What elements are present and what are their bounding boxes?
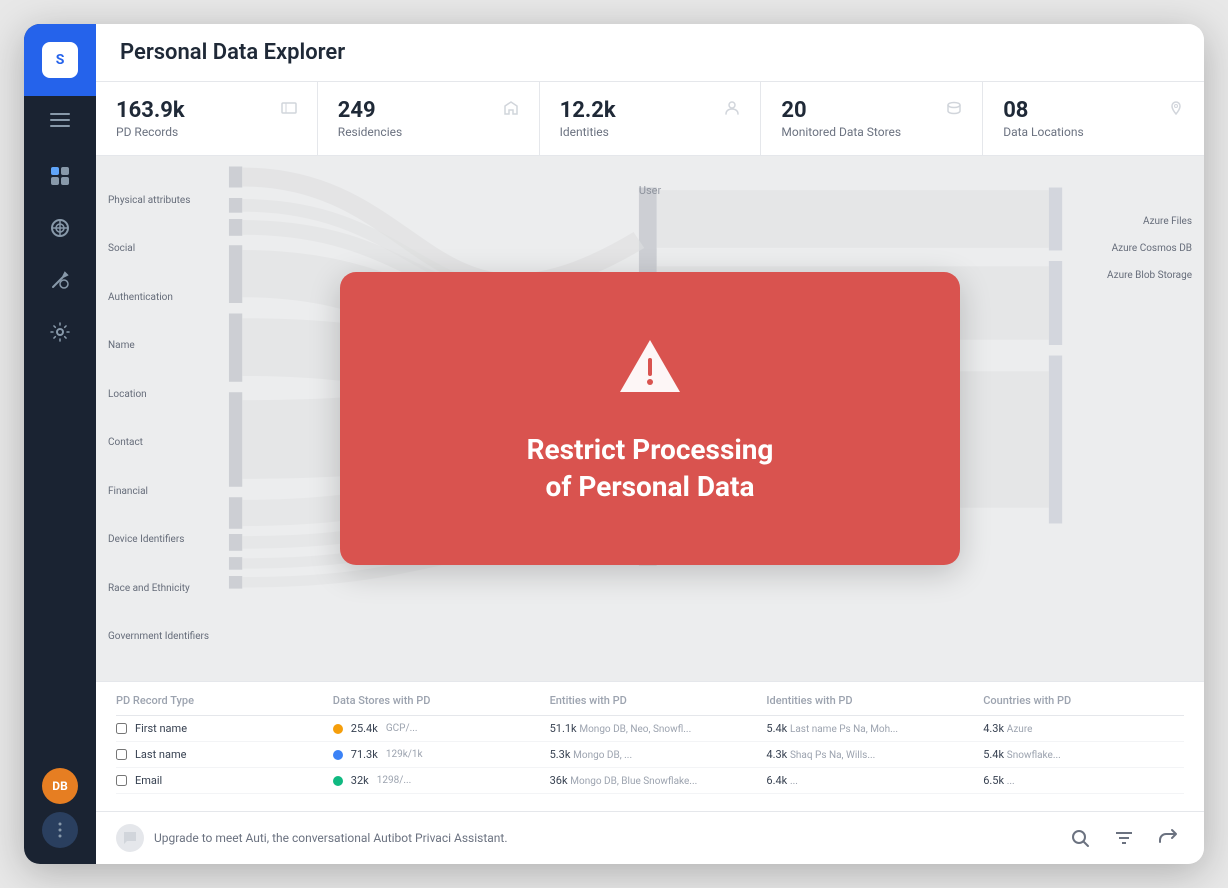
bottom-bar: Upgrade to meet Auti, the conversational… <box>96 811 1204 864</box>
row-1-data-stores: 71.3k 129k/1k <box>333 748 534 761</box>
row-1-checkbox[interactable] <box>116 749 127 760</box>
sidebar-bottom: DB <box>42 768 78 864</box>
sidebar-logo[interactable]: S <box>24 24 96 96</box>
modal-title: Restrict Processingof Personal Data <box>527 432 774 505</box>
col-header-identities: Identities with PD <box>766 694 967 707</box>
sidebar-item-dashboard[interactable] <box>36 152 84 200</box>
bottom-bar-actions <box>1064 822 1184 854</box>
row-2-entities: 36k Mongo DB, Blue Snowflake... <box>550 774 751 787</box>
col-header-countries: Countries with PD <box>983 694 1184 707</box>
data-locations-icon <box>1168 100 1184 121</box>
share-button[interactable] <box>1152 822 1184 854</box>
stats-bar: 163.9k PD Records 249 Residencies <box>96 82 1204 156</box>
col-header-type: PD Record Type <box>116 694 317 707</box>
data-locations-value: 08 <box>1003 98 1083 123</box>
pd-records-icon <box>281 100 297 121</box>
warning-triangle-icon <box>614 332 686 404</box>
monitored-label: Monitored Data Stores <box>781 125 901 139</box>
table-row[interactable]: First name 25.4k GCP/... 51.1k Mongo DB,… <box>116 716 1184 742</box>
sankey-chart: Physical attributes Social Authenticatio… <box>96 156 1204 681</box>
row-2-data-stores: 32k 1298/... <box>333 774 534 787</box>
data-locations-label: Data Locations <box>1003 125 1083 139</box>
menu-toggle-button[interactable] <box>24 96 96 144</box>
identities-icon <box>724 100 740 121</box>
stat-residencies[interactable]: 249 Residencies <box>318 82 540 155</box>
residencies-label: Residencies <box>338 125 402 139</box>
more-options-button[interactable] <box>42 812 78 848</box>
row-0-data-stores: 25.4k GCP/... <box>333 722 534 735</box>
row-0-entities: 51.1k Mongo DB, Neo, Snowfl... <box>550 722 751 735</box>
row-2-identities: 6.4k ... <box>766 774 967 787</box>
stat-data-locations[interactable]: 08 Data Locations <box>983 82 1204 155</box>
table-row[interactable]: Last name 71.3k 129k/1k 5.3k Mongo DB, .… <box>116 742 1184 768</box>
table-header: PD Record Type Data Stores with PD Entit… <box>116 694 1184 716</box>
bottom-bar-text: Upgrade to meet Auti, the conversational… <box>154 831 508 845</box>
residencies-value: 249 <box>338 98 402 123</box>
stat-pd-records[interactable]: 163.9k PD Records <box>96 82 318 155</box>
monitored-icon <box>946 100 962 121</box>
identities-label: Identities <box>560 125 616 139</box>
page-title: Personal Data Explorer <box>120 40 1180 65</box>
row-0-type: First name <box>116 722 317 735</box>
bottom-bar-chat: Upgrade to meet Auti, the conversational… <box>116 824 508 852</box>
ds-dot-1 <box>333 750 343 760</box>
modal-overlay: Restrict Processingof Personal Data <box>96 156 1204 681</box>
main-content: Personal Data Explorer 163.9k PD Records <box>96 24 1204 864</box>
monitored-value: 20 <box>781 98 901 123</box>
pd-records-value: 163.9k <box>116 98 185 123</box>
chat-bubble-icon <box>116 824 144 852</box>
ds-dot-2 <box>333 776 343 786</box>
row-0-countries: 4.3k Azure <box>983 722 1184 735</box>
sidebar-item-settings[interactable] <box>36 308 84 356</box>
logo-text: S <box>42 42 78 78</box>
search-button[interactable] <box>1064 822 1096 854</box>
row-2-type: Email <box>116 774 317 787</box>
row-1-type: Last name <box>116 748 317 761</box>
table-row[interactable]: Email 32k 1298/... 36k Mongo DB, Blue Sn… <box>116 768 1184 794</box>
filter-button[interactable] <box>1108 822 1140 854</box>
col-header-entities: Entities with PD <box>550 694 751 707</box>
row-2-checkbox[interactable] <box>116 775 127 786</box>
stat-monitored-data-stores[interactable]: 20 Monitored Data Stores <box>761 82 983 155</box>
residencies-icon <box>503 100 519 121</box>
row-0-checkbox[interactable] <box>116 723 127 734</box>
row-1-countries: 5.4k Snowflake... <box>983 748 1184 761</box>
data-table: PD Record Type Data Stores with PD Entit… <box>96 681 1204 811</box>
sidebar-item-data-map[interactable] <box>36 204 84 252</box>
sidebar: S <box>24 24 96 864</box>
page-header: Personal Data Explorer <box>96 24 1204 82</box>
row-0-identities: 5.4k Last name Ps Na, Moh... <box>766 722 967 735</box>
ds-dot-0 <box>333 724 343 734</box>
pd-records-label: PD Records <box>116 125 185 139</box>
restrict-processing-modal[interactable]: Restrict Processingof Personal Data <box>340 272 960 565</box>
row-2-countries: 6.5k ... <box>983 774 1184 787</box>
user-avatar[interactable]: DB <box>42 768 78 804</box>
col-header-data-stores: Data Stores with PD <box>333 694 534 707</box>
stat-identities[interactable]: 12.2k Identities <box>540 82 762 155</box>
row-1-identities: 4.3k Shaq Ps Na, Wills... <box>766 748 967 761</box>
row-1-entities: 5.3k Mongo DB, ... <box>550 748 751 761</box>
sidebar-item-tools[interactable] <box>36 256 84 304</box>
identities-value: 12.2k <box>560 98 616 123</box>
sidebar-nav <box>36 152 84 768</box>
